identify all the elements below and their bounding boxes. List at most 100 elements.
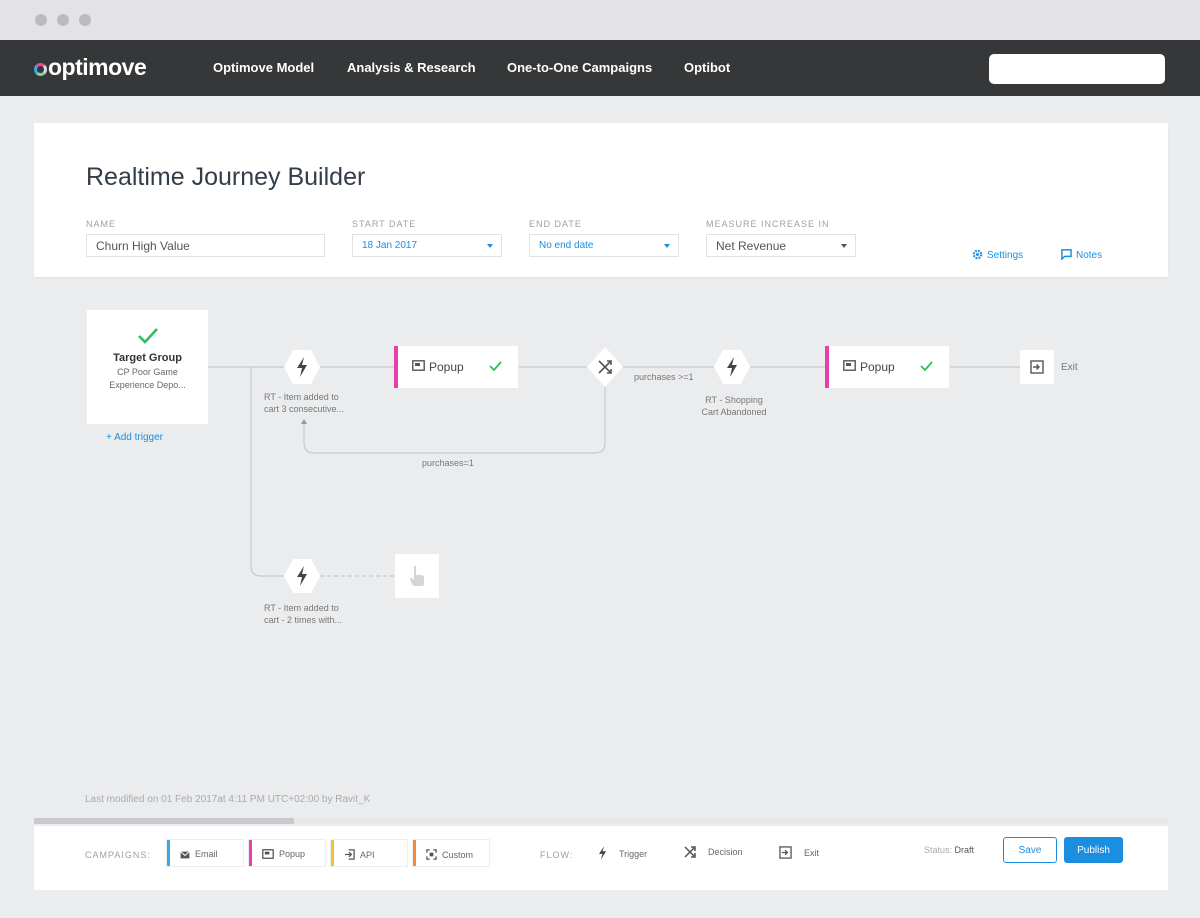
- name-field[interactable]: Churn High Value: [86, 234, 325, 257]
- campaigns-label: CAMPAIGNS:: [85, 850, 151, 860]
- chevron-down-icon: [841, 244, 847, 248]
- exit-label: Exit: [1061, 362, 1078, 373]
- trigger-2-caption: RT - Shopping Cart Abandoned: [684, 394, 784, 418]
- flow-item-trigger[interactable]: Trigger: [598, 846, 647, 860]
- decision-edge-label: purchases >=1: [634, 372, 694, 382]
- trigger-1-caption: RT - Item added to cart 3 consecutive...: [264, 391, 344, 415]
- nav-item-optibot[interactable]: Optibot: [684, 60, 730, 75]
- journey-header-card: Realtime Journey Builder NAME Churn High…: [34, 123, 1168, 277]
- popup-icon: [843, 360, 856, 371]
- trigger-2-caption-line-2: Cart Abandoned: [701, 407, 767, 417]
- shuffle-icon: [684, 846, 696, 858]
- add-trigger-link[interactable]: + Add trigger: [106, 432, 163, 443]
- notes-link[interactable]: Notes: [1061, 249, 1102, 261]
- popup-1-label: Popup: [429, 360, 464, 374]
- window-dot-minimize[interactable]: [57, 14, 69, 26]
- trigger-3-caption: RT - Item added to cart - 2 times with...: [264, 602, 342, 626]
- add-action-placeholder[interactable]: [395, 554, 439, 598]
- name-label: NAME: [86, 219, 117, 229]
- exit-node[interactable]: [1020, 350, 1054, 384]
- loop-edge-label: purchases=1: [422, 458, 474, 468]
- trigger-3-caption-line-2: cart - 2 times with...: [264, 615, 343, 625]
- flow-item-decision-label: Decision: [708, 847, 743, 857]
- page-title: Realtime Journey Builder: [86, 163, 366, 191]
- search-input[interactable]: [989, 54, 1165, 84]
- check-icon: [489, 361, 502, 371]
- flow-label: FLOW:: [540, 850, 574, 860]
- trigger-1-caption-line-1: RT - Item added to: [264, 392, 339, 402]
- start-date-value: 18 Jan 2017: [362, 240, 418, 251]
- target-group-node[interactable]: Target Group CP Poor Game Experience Dep…: [87, 310, 208, 424]
- nav-item-optimove-model[interactable]: Optimove Model: [213, 60, 314, 75]
- gear-icon: [972, 249, 983, 260]
- end-date-label: END DATE: [529, 219, 582, 229]
- status-badge: Draft: [954, 845, 975, 855]
- top-nav: optimove Optimove Model Analysis & Resea…: [0, 40, 1200, 96]
- popup-2-label: Popup: [860, 360, 895, 374]
- browser-chrome: [0, 0, 1200, 40]
- settings-link[interactable]: Settings: [972, 249, 1023, 261]
- notes-icon: [1061, 249, 1072, 261]
- decision-node[interactable]: [586, 346, 624, 388]
- campaign-chip-email-label: Email: [195, 849, 218, 859]
- popup-node-1[interactable]: Popup: [394, 346, 518, 388]
- status-text: Status: Draft: [924, 845, 974, 855]
- journey-canvas[interactable]: Target Group CP Poor Game Experience Dep…: [34, 279, 1168, 819]
- nav-item-analysis-research[interactable]: Analysis & Research: [347, 60, 476, 75]
- trigger-node-1[interactable]: [283, 348, 321, 386]
- start-date-label: START DATE: [352, 219, 417, 229]
- notes-label: Notes: [1076, 250, 1103, 261]
- api-icon: [344, 849, 355, 860]
- campaign-chip-api[interactable]: API: [331, 840, 407, 866]
- lightning-icon: [599, 846, 606, 860]
- start-date-select[interactable]: 18 Jan 2017: [352, 234, 502, 257]
- save-button[interactable]: Save: [1003, 837, 1057, 863]
- target-group-subtitle-1: CP Poor Game: [117, 367, 178, 377]
- chevron-down-icon: [664, 244, 670, 248]
- trigger-node-3[interactable]: [283, 557, 321, 595]
- exit-icon: [779, 846, 792, 859]
- email-icon: [180, 851, 190, 859]
- window-dot-close[interactable]: [35, 14, 47, 26]
- nav-item-one-to-one-campaigns[interactable]: One-to-One Campaigns: [507, 60, 652, 75]
- campaign-chip-popup-label: Popup: [279, 849, 306, 859]
- flow-item-exit[interactable]: Exit: [779, 846, 819, 859]
- exit-icon: [1030, 360, 1044, 374]
- chevron-down-icon: [487, 244, 493, 248]
- popup-node-2[interactable]: Popup: [825, 346, 949, 388]
- last-modified-text: Last modified on 01 Feb 2017at 4:11 PM U…: [85, 794, 371, 805]
- measure-label: MEASURE INCREASE IN: [706, 219, 830, 229]
- window-dot-maximize[interactable]: [79, 14, 91, 26]
- trigger-2-caption-line-1: RT - Shopping: [705, 395, 763, 405]
- campaign-chip-popup[interactable]: Popup: [249, 840, 325, 866]
- check-icon: [137, 328, 158, 344]
- popup-icon: [262, 849, 274, 859]
- flow-item-trigger-label: Trigger: [619, 849, 648, 859]
- bottom-toolbar: CAMPAIGNS: Email Popup API Custom FLOW: …: [34, 826, 1168, 890]
- target-group-title: Target Group: [113, 352, 182, 364]
- campaign-chip-api-label: API: [360, 850, 375, 860]
- optimove-logo[interactable]: optimove: [34, 54, 147, 81]
- end-date-select[interactable]: No end date: [529, 234, 679, 257]
- pointer-hand-icon: [410, 565, 424, 586]
- target-group-subtitle-2: Experience Depo...: [109, 380, 186, 390]
- measure-select[interactable]: Net Revenue: [706, 234, 856, 257]
- popup-icon: [412, 360, 425, 371]
- end-date-value: No end date: [539, 240, 594, 251]
- campaign-chip-custom-label: Custom: [442, 850, 474, 860]
- logo-ring-icon: [34, 63, 47, 76]
- check-icon: [920, 361, 933, 371]
- campaign-chip-custom[interactable]: Custom: [413, 840, 489, 866]
- publish-button[interactable]: Publish: [1064, 837, 1123, 863]
- logo-text: optimove: [48, 54, 147, 80]
- campaign-chip-email[interactable]: Email: [167, 840, 243, 866]
- trigger-3-caption-line-1: RT - Item added to: [264, 603, 339, 613]
- scrollbar-thumb[interactable]: [34, 818, 294, 824]
- trigger-1-caption-line-2: cart 3 consecutive...: [264, 404, 345, 414]
- flow-item-decision[interactable]: Decision: [684, 846, 743, 858]
- settings-label: Settings: [987, 250, 1024, 261]
- trigger-node-2[interactable]: [713, 348, 751, 386]
- custom-icon: [426, 849, 437, 860]
- status-label: Status:: [924, 845, 953, 855]
- measure-value: Net Revenue: [716, 239, 787, 253]
